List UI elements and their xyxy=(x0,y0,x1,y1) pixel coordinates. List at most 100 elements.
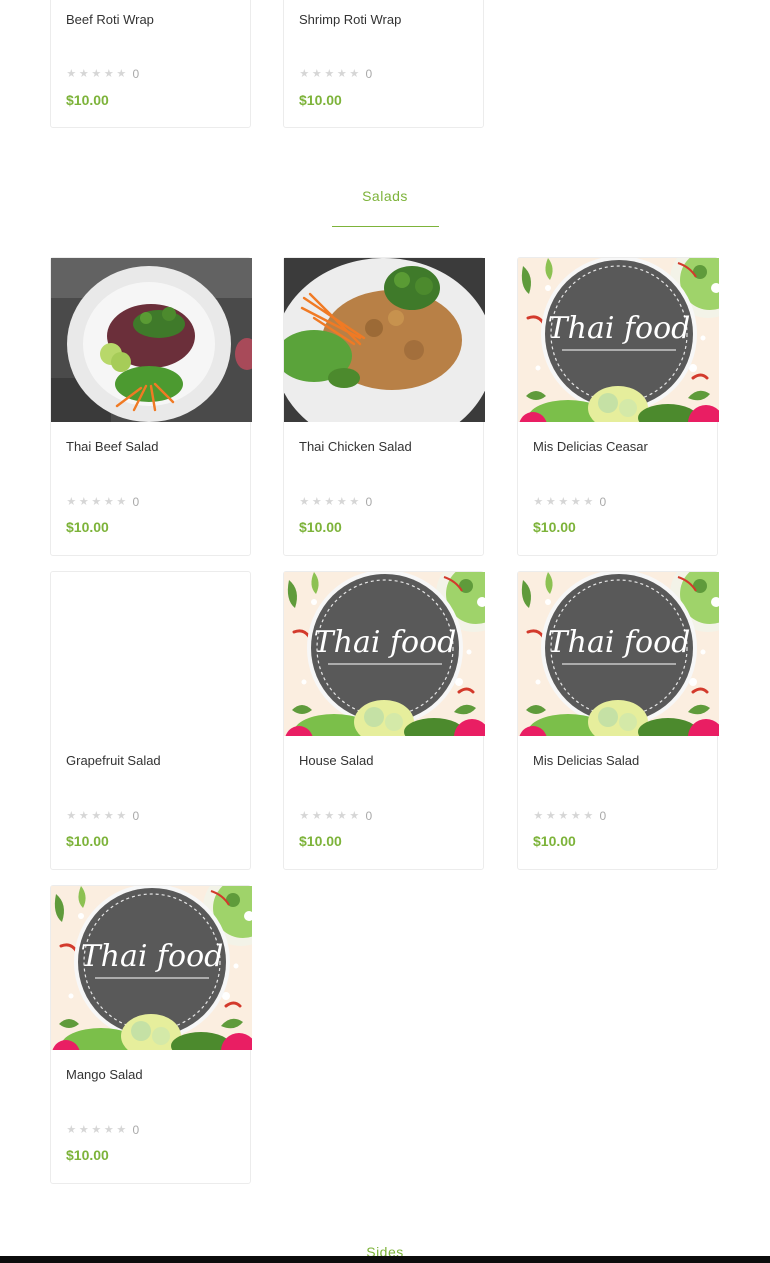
rating-count: 0 xyxy=(365,809,373,823)
star-icon: ★ xyxy=(324,809,335,822)
product-image-empty[interactable] xyxy=(51,572,252,736)
star-icon: ★ xyxy=(91,495,102,508)
product-card[interactable]: Thai Beef Salad ★ ★ ★ ★ ★ 0 $10.00 xyxy=(50,257,251,556)
product-card[interactable]: House Salad ★ ★ ★ ★ ★ 0 $10.00 xyxy=(283,571,484,870)
rating-count: 0 xyxy=(365,67,373,81)
star-icon: ★ xyxy=(91,809,102,822)
product-price: $10.00 xyxy=(66,833,109,849)
product-price: $10.00 xyxy=(66,1147,109,1163)
salad-photo xyxy=(51,258,252,422)
product-card[interactable]: Mis Delicias Ceasar ★ ★ ★ ★ ★ 0 $10.00 xyxy=(517,257,718,556)
product-rating: ★ ★ ★ ★ ★ 0 xyxy=(299,67,372,81)
rating-count: 0 xyxy=(599,809,607,823)
product-rating: ★ ★ ★ ★ ★ 0 xyxy=(533,809,606,823)
star-icon: ★ xyxy=(533,809,544,822)
product-name[interactable]: Grapefruit Salad xyxy=(66,753,161,768)
star-icon: ★ xyxy=(349,67,360,80)
star-icon: ★ xyxy=(116,1123,127,1136)
product-name[interactable]: Thai Chicken Salad xyxy=(299,439,412,454)
thai-food-placeholder-image xyxy=(284,572,485,736)
star-icon: ★ xyxy=(299,495,310,508)
star-icon: ★ xyxy=(349,809,360,822)
star-icon: ★ xyxy=(583,809,594,822)
star-icon: ★ xyxy=(78,67,89,80)
product-image[interactable] xyxy=(284,572,485,736)
product-rating: ★ ★ ★ ★ ★ 0 xyxy=(533,495,606,509)
product-rating: ★ ★ ★ ★ ★ 0 xyxy=(66,1123,139,1137)
product-card[interactable]: Mis Delicias Salad ★ ★ ★ ★ ★ 0 $10.00 xyxy=(517,571,718,870)
product-image[interactable] xyxy=(284,258,485,422)
rating-stars: ★ ★ ★ ★ ★ xyxy=(533,809,594,822)
product-image[interactable] xyxy=(51,258,252,422)
product-price: $10.00 xyxy=(66,519,109,535)
rating-stars: ★ ★ ★ ★ ★ xyxy=(66,1123,127,1136)
star-icon: ★ xyxy=(570,495,581,508)
star-icon: ★ xyxy=(324,495,335,508)
star-icon: ★ xyxy=(66,809,77,822)
star-icon: ★ xyxy=(349,495,360,508)
star-icon: ★ xyxy=(311,67,322,80)
star-icon: ★ xyxy=(336,67,347,80)
rating-stars: ★ ★ ★ ★ ★ xyxy=(66,495,127,508)
star-icon: ★ xyxy=(545,495,556,508)
star-icon: ★ xyxy=(116,495,127,508)
star-icon: ★ xyxy=(103,1123,114,1136)
thai-food-placeholder-image xyxy=(518,572,719,736)
product-rating: ★ ★ ★ ★ ★ 0 xyxy=(66,809,139,823)
star-icon: ★ xyxy=(336,495,347,508)
section-divider xyxy=(332,226,439,227)
product-rating: ★ ★ ★ ★ ★ 0 xyxy=(299,495,372,509)
product-price: $10.00 xyxy=(66,92,109,108)
star-icon: ★ xyxy=(116,67,127,80)
product-card[interactable]: Mango Salad ★ ★ ★ ★ ★ 0 $10.00 xyxy=(50,885,251,1184)
product-rating: ★ ★ ★ ★ ★ 0 xyxy=(66,67,139,81)
rating-count: 0 xyxy=(132,495,140,509)
product-name[interactable]: Thai Beef Salad xyxy=(66,439,159,454)
star-icon: ★ xyxy=(103,495,114,508)
product-card[interactable]: Shrimp Roti Wrap ★ ★ ★ ★ ★ 0 $10.00 xyxy=(283,0,484,128)
product-rating: ★ ★ ★ ★ ★ 0 xyxy=(66,495,139,509)
product-card[interactable]: Beef Roti Wrap ★ ★ ★ ★ ★ 0 $10.00 xyxy=(50,0,251,128)
star-icon: ★ xyxy=(66,495,77,508)
product-image[interactable] xyxy=(518,572,719,736)
star-icon: ★ xyxy=(103,809,114,822)
star-icon: ★ xyxy=(324,67,335,80)
rating-stars: ★ ★ ★ ★ ★ xyxy=(299,67,360,80)
salad-photo xyxy=(284,258,485,422)
thai-food-placeholder-image xyxy=(51,886,252,1050)
rating-count: 0 xyxy=(365,495,373,509)
star-icon: ★ xyxy=(558,809,569,822)
star-icon: ★ xyxy=(545,809,556,822)
product-price: $10.00 xyxy=(299,519,342,535)
rating-stars: ★ ★ ★ ★ ★ xyxy=(299,495,360,508)
star-icon: ★ xyxy=(311,809,322,822)
rating-count: 0 xyxy=(599,495,607,509)
star-icon: ★ xyxy=(78,1123,89,1136)
product-price: $10.00 xyxy=(299,833,342,849)
section-title-salads: Salads xyxy=(362,188,408,204)
star-icon: ★ xyxy=(66,67,77,80)
star-icon: ★ xyxy=(583,495,594,508)
product-card[interactable]: Grapefruit Salad ★ ★ ★ ★ ★ 0 $10.00 xyxy=(50,571,251,870)
star-icon: ★ xyxy=(103,67,114,80)
product-name[interactable]: Shrimp Roti Wrap xyxy=(299,12,401,27)
star-icon: ★ xyxy=(311,495,322,508)
product-rating: ★ ★ ★ ★ ★ 0 xyxy=(299,809,372,823)
product-card[interactable]: Thai Chicken Salad ★ ★ ★ ★ ★ 0 $10.00 xyxy=(283,257,484,556)
star-icon: ★ xyxy=(116,809,127,822)
star-icon: ★ xyxy=(91,1123,102,1136)
product-name[interactable]: House Salad xyxy=(299,753,373,768)
product-name[interactable]: Mis Delicias Salad xyxy=(533,753,639,768)
star-icon: ★ xyxy=(66,1123,77,1136)
thai-food-placeholder-image xyxy=(518,258,719,422)
star-icon: ★ xyxy=(570,809,581,822)
product-name[interactable]: Mango Salad xyxy=(66,1067,143,1082)
product-name[interactable]: Beef Roti Wrap xyxy=(66,12,154,27)
product-image[interactable] xyxy=(518,258,719,422)
product-price: $10.00 xyxy=(299,92,342,108)
product-name[interactable]: Mis Delicias Ceasar xyxy=(533,439,648,454)
rating-count: 0 xyxy=(132,1123,140,1137)
product-image[interactable] xyxy=(51,886,252,1050)
star-icon: ★ xyxy=(78,809,89,822)
bottom-bar xyxy=(0,1256,770,1263)
